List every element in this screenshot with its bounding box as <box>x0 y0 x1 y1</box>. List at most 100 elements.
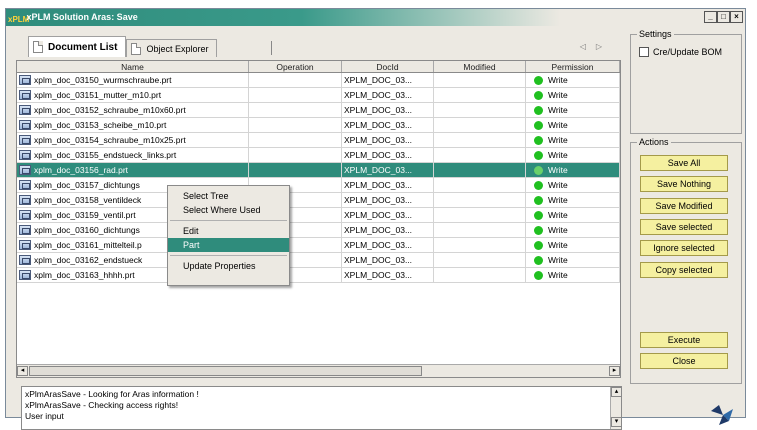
menu-item-update-properties[interactable]: Update Properties <box>168 259 289 273</box>
cell-permission: Write <box>526 253 620 267</box>
tab-object-explorer[interactable]: Object Explorer <box>126 39 218 57</box>
table-row[interactable]: xplm_doc_03154_schraube_m10x25.prt XPLM_D… <box>17 133 620 148</box>
cell-docid: XPLM_DOC_03... <box>342 73 434 87</box>
table-row[interactable]: xplm_doc_03153_scheibe_m10.prt XPLM_DOC_0… <box>17 118 620 133</box>
permission-label: Write <box>548 150 568 160</box>
permission-label: Write <box>548 210 568 220</box>
green-dot-icon <box>534 105 543 115</box>
minimize-button[interactable]: _ <box>704 11 717 23</box>
cell-docid: XPLM_DOC_03... <box>342 163 434 177</box>
app-window: xPLM xPLM Solution Aras: Save _ □ × Docu… <box>5 8 746 430</box>
menu-item-select-tree[interactable]: Select Tree <box>168 189 289 203</box>
execute-button[interactable]: Execute <box>640 332 728 348</box>
log-line: xPlmArasSave - Looking for Aras informat… <box>25 389 199 399</box>
permission-label: Write <box>548 75 568 85</box>
settings-group: Settings Cre/Update BOM <box>630 29 742 134</box>
table-row[interactable]: xplm_doc_03160_dichtungs XPLM_DOC_03... Wr… <box>17 223 620 238</box>
table-row[interactable]: xplm_doc_03159_ventil.prt XPLM_DOC_03... W… <box>17 208 620 223</box>
save-nothing-button[interactable]: Save Nothing <box>640 176 728 192</box>
column-header-docid[interactable]: DocId <box>342 61 434 72</box>
part-file-icon <box>19 120 31 130</box>
table-row[interactable]: xplm_doc_03156_rad.prt XPLM_DOC_03... Writ… <box>17 163 620 178</box>
log-scrollbar[interactable]: ▴ ▾ <box>610 387 622 429</box>
cell-operation <box>249 148 342 162</box>
cell-permission: Write <box>526 88 620 102</box>
column-header-modified[interactable]: Modified <box>434 61 526 72</box>
table-row[interactable]: xplm_doc_03155_endstueck_links.prt XPLM_D… <box>17 148 620 163</box>
table-row[interactable]: xplm_doc_03161_mittelteil.p XPLM_DOC_03..… <box>17 238 620 253</box>
green-dot-icon <box>534 75 543 85</box>
table-row[interactable]: xplm_doc_03157_dichtungs XPLM_DOC_03... Wr… <box>17 178 620 193</box>
table-row[interactable]: xplm_doc_03162_endstueck XPLM_DOC_03... Wr… <box>17 253 620 268</box>
scroll-left-icon[interactable]: ◂ <box>17 366 28 376</box>
file-name: xplm_doc_03153_scheibe_m10.prt <box>34 120 167 130</box>
ignore-selected-button[interactable]: Ignore selected <box>640 240 728 256</box>
cell-operation <box>249 163 342 177</box>
green-dot-icon <box>534 165 543 175</box>
table-row[interactable]: xplm_doc_03151_mutter_m10.prt XPLM_DOC_03… <box>17 88 620 103</box>
column-header-permission[interactable]: Permission <box>526 61 620 72</box>
scroll-up-icon[interactable]: ▴ <box>611 387 622 397</box>
tab-divider <box>271 41 272 55</box>
cell-operation <box>249 73 342 87</box>
document-icon <box>33 41 43 53</box>
cell-docid: XPLM_DOC_03... <box>342 133 434 147</box>
document-panel: Document List Object Explorer ◁▷ Name Op… <box>16 29 627 378</box>
checkbox-label: Cre/Update BOM <box>653 47 723 57</box>
scroll-down-icon[interactable]: ▾ <box>611 417 622 427</box>
table-row[interactable]: xplm_doc_03163_hhhh.prt XPLM_DOC_03... Wri… <box>17 268 620 283</box>
horizontal-scrollbar[interactable]: ◂ ▸ <box>17 364 620 377</box>
checkbox-icon[interactable] <box>639 47 649 57</box>
actions-legend: Actions <box>637 137 671 147</box>
cell-name: xplm_doc_03151_mutter_m10.prt <box>17 88 249 102</box>
column-header-name[interactable]: Name <box>17 61 249 72</box>
part-file-icon <box>19 150 31 160</box>
document-icon <box>131 42 142 55</box>
part-file-icon <box>19 255 31 265</box>
xplm-logo-icon <box>711 405 733 425</box>
table-row[interactable]: xplm_doc_03150_wurmschraube.prt XPLM_DOC_… <box>17 73 620 88</box>
context-menu: Select Tree Select Where Used Edit Part Upda… <box>167 185 290 286</box>
close-window-button[interactable]: × <box>730 11 743 23</box>
permission-label: Write <box>548 255 568 265</box>
permission-label: Write <box>548 120 568 130</box>
cell-modified <box>434 178 526 192</box>
menu-separator <box>170 255 287 256</box>
green-dot-icon <box>534 225 543 235</box>
cell-name: xplm_doc_03153_scheibe_m10.prt <box>17 118 249 132</box>
log-line: xPlmArasSave - Checking access rights! <box>25 400 179 410</box>
table-row[interactable]: xplm_doc_03158_ventildeck XPLM_DOC_03... W… <box>17 193 620 208</box>
save-modified-button[interactable]: Save Modified <box>640 198 728 214</box>
menu-item-edit[interactable]: Edit <box>168 224 289 238</box>
tab-prev-icon[interactable]: ◁ <box>580 42 596 51</box>
tab-label: Document List <box>48 41 118 53</box>
menu-item-select-where-used[interactable]: Select Where Used <box>168 203 289 217</box>
cell-permission: Write <box>526 163 620 177</box>
copy-selected-button[interactable]: Copy selected <box>640 262 728 278</box>
part-file-icon <box>19 105 31 115</box>
cell-modified <box>434 268 526 282</box>
scrollbar-thumb[interactable] <box>29 366 422 376</box>
cell-modified <box>434 238 526 252</box>
green-dot-icon <box>534 195 543 205</box>
tab-scroll-arrows[interactable]: ◁▷ <box>580 42 612 51</box>
part-file-icon <box>19 210 31 220</box>
cell-modified <box>434 253 526 267</box>
tab-document-list[interactable]: Document List <box>28 36 127 57</box>
cell-permission: Write <box>526 268 620 282</box>
save-all-button[interactable]: Save All <box>640 155 728 171</box>
cell-docid: XPLM_DOC_03... <box>342 118 434 132</box>
green-dot-icon <box>534 120 543 130</box>
part-file-icon <box>19 135 31 145</box>
menu-item-part[interactable]: Part <box>168 238 289 252</box>
bom-checkbox[interactable]: Cre/Update BOM <box>639 47 722 57</box>
file-name: xplm_doc_03155_endstueck_links.prt <box>34 150 177 160</box>
scroll-right-icon[interactable]: ▸ <box>609 366 620 376</box>
table-row[interactable]: xplm_doc_03152_schraube_m10x60.prt XPLM_D… <box>17 103 620 118</box>
tab-next-icon[interactable]: ▷ <box>596 42 612 51</box>
column-header-operation[interactable]: Operation <box>249 61 342 72</box>
title-bar[interactable]: xPLM xPLM Solution Aras: Save _ □ × <box>6 9 745 26</box>
save-selected-button[interactable]: Save selected <box>640 219 728 235</box>
close-button[interactable]: Close <box>640 353 728 369</box>
maximize-button[interactable]: □ <box>717 11 730 23</box>
